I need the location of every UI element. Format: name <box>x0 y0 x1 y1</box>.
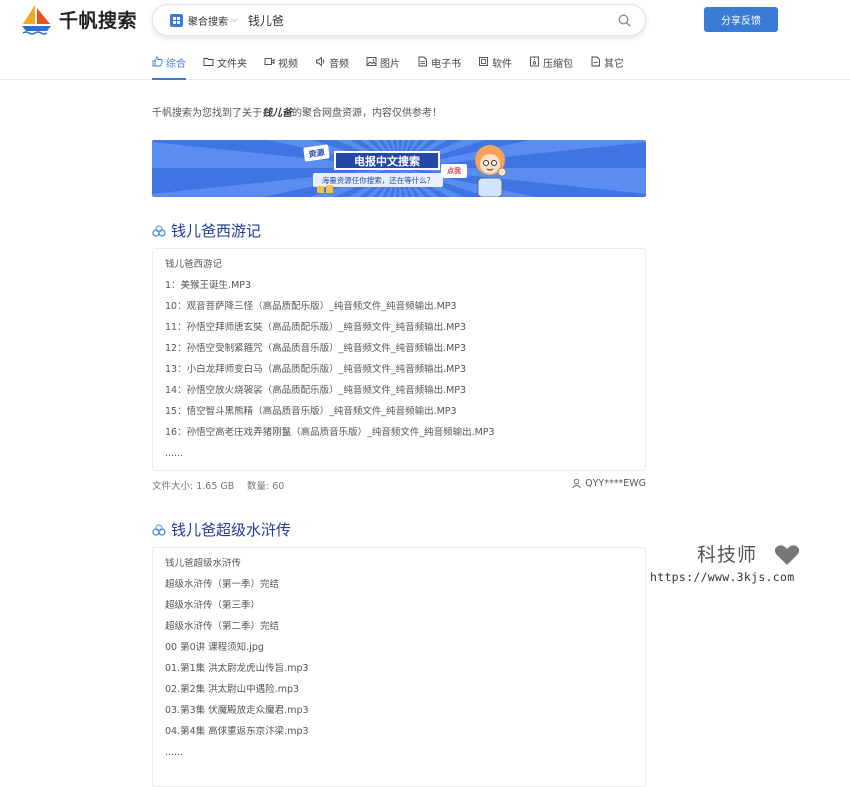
list-item: 超级水浒传（第三季） <box>165 600 261 611</box>
tab-label: 软件 <box>492 59 512 70</box>
logo[interactable]: 千帆搜索 <box>20 3 137 35</box>
tab-other[interactable]: 其它 <box>590 50 624 80</box>
file-list-card: 钱儿爸超级水浒传 超级水浒传（第一季）完结 超级水浒传（第三季） 超级水浒传（第… <box>152 547 646 787</box>
list-item: 02.第2集 洪太尉山中遇险.mp3 <box>165 684 300 695</box>
summary-suffix: 的聚合网盘资源，内容仅供参考！ <box>292 108 442 119</box>
list-item: 16：孙悟空高老庄戏弄猪刚鬣（高品质音乐版）_纯音频文件_纯音频输出.MP3 <box>165 427 495 438</box>
tab-ebook[interactable]: 电子书 <box>417 50 461 80</box>
tab-audio[interactable]: 音频 <box>315 50 349 80</box>
list-item: 03.第3集 伏魔殿放走众魔君.mp3 <box>165 705 309 716</box>
tab-label: 其它 <box>604 59 624 70</box>
result-title-text: 钱儿爸西游记 <box>171 222 262 240</box>
tab-video[interactable]: 视频 <box>264 50 298 80</box>
grid-icon <box>170 13 183 27</box>
cartoon-character-icon <box>475 145 507 197</box>
sailboat-logo-icon <box>22 5 51 35</box>
list-item: 01.第1集 洪太尉龙虎山传旨.mp3 <box>165 663 309 674</box>
search-box: 聚合搜索 ⌵ <box>152 4 646 36</box>
category-tabs: 综合 文件夹 视频 音频 图片 电子书 软件 压缩包 其它 <box>152 50 641 80</box>
list-item: 15：悟空智斗黑熊精（高品质音乐版）_纯音频文件_纯音频输出.MP3 <box>165 406 457 417</box>
share-feedback-button[interactable]: 分享反馈 <box>704 7 778 32</box>
list-item: 超级水浒传（第二季）完结 <box>165 621 280 632</box>
search-input[interactable] <box>247 13 588 27</box>
user-icon <box>572 478 582 489</box>
image-icon <box>366 57 377 66</box>
tab-label: 音频 <box>329 59 349 70</box>
audio-icon <box>316 56 325 67</box>
list-item: 1：美猴王诞生.MP3 <box>165 280 252 291</box>
other-icon <box>591 56 600 67</box>
tab-label: 视频 <box>278 59 298 70</box>
watermark-url: https://www.3kjs.com <box>650 570 795 584</box>
thumb-icon <box>152 56 163 67</box>
heart-icon <box>774 545 800 565</box>
list-item: 超级水浒传（第一季）完结 <box>165 579 280 590</box>
file-count: 数量: 60 <box>247 481 285 492</box>
file-size: 文件大小: 1.65 GB <box>152 481 235 492</box>
tab-image[interactable]: 图片 <box>366 50 400 80</box>
software-icon <box>479 57 488 66</box>
watermark-text: 科技师 <box>697 544 758 566</box>
list-item: 14：孙悟空放火烧袈裟（高品质配乐版）_纯音频文件_纯音频输出.MP3 <box>165 385 467 396</box>
folder-decor-icon <box>317 185 333 193</box>
list-item: 13：小白龙拜师变白马（高品质配乐版）_纯音频文件_纯音频输出.MP3 <box>165 364 467 375</box>
header: 千帆搜索 聚合搜索 ⌵ 分享反馈 综合 文件夹 视频 音频 <box>0 0 850 80</box>
list-item: ...... <box>165 448 184 459</box>
search-scope-dropdown[interactable]: 聚合搜索 ⌵ <box>170 13 238 28</box>
logo-text: 千帆搜索 <box>59 9 138 32</box>
tab-folder[interactable]: 文件夹 <box>203 50 247 80</box>
result-title[interactable]: 钱儿爸西游记 <box>152 220 261 241</box>
banner-click-tag: 点我 <box>441 164 467 178</box>
uploader-name: QYY****EWG <box>585 478 646 489</box>
result-title-text: 钱儿爸超级水浒传 <box>171 521 292 539</box>
folder-icon <box>203 58 214 66</box>
search-icon[interactable] <box>618 14 631 27</box>
result-title[interactable]: 钱儿爸超级水浒传 <box>152 519 291 540</box>
banner-title: 电报中文搜索 <box>334 151 440 170</box>
tab-label: 压缩包 <box>543 59 573 70</box>
video-icon <box>264 58 275 65</box>
summary-prefix: 千帆搜索为您找到了关于 <box>152 108 262 119</box>
list-item: ...... <box>165 747 184 758</box>
file-list-card: 钱儿爸西游记 1：美猴王诞生.MP3 10：观音菩萨降三怪（高品质配乐版）_纯音… <box>152 248 646 471</box>
cloud-drive-icon <box>152 523 166 536</box>
list-item: 10：观音菩萨降三怪（高品质配乐版）_纯音频文件_纯音频输出.MP3 <box>165 301 457 312</box>
search-scope-label: 聚合搜索 <box>188 16 228 28</box>
tab-software[interactable]: 软件 <box>478 50 512 80</box>
cloud-drive-icon <box>152 224 166 237</box>
telegram-search-banner[interactable]: 资源 电报中文搜索 海量资源任你搜索，还在等什么？ 点我 <box>152 140 646 197</box>
uploader: QYY****EWG <box>571 478 646 489</box>
tab-label: 电子书 <box>431 59 461 70</box>
list-item: 00 第0讲 课程须知.jpg <box>165 642 264 653</box>
list-item: 04.第4集 高俅重返东京汴梁.mp3 <box>165 726 309 737</box>
tab-label: 文件夹 <box>217 59 247 70</box>
tab-label: 图片 <box>380 59 400 70</box>
banner-tag: 资源 <box>303 144 330 162</box>
list-item: 钱儿爸超级水浒传 <box>165 558 242 569</box>
tab-archive[interactable]: 压缩包 <box>529 50 573 80</box>
chevron-down-icon: ⌵ <box>231 15 238 25</box>
summary-keyword: 钱儿爸 <box>262 108 292 119</box>
tab-label: 综合 <box>166 59 186 70</box>
ebook-icon <box>418 56 427 67</box>
tab-all[interactable]: 综合 <box>152 50 186 80</box>
result-summary: 千帆搜索为您找到了关于钱儿爸的聚合网盘资源，内容仅供参考！ <box>152 104 442 119</box>
list-item: 钱儿爸西游记 <box>165 259 223 270</box>
list-item: 11：孙悟空拜师唐玄奘（高品质配乐版）_纯音频文件_纯音频输出.MP3 <box>165 322 467 333</box>
list-item: 12：孙悟空受制紧箍咒（高品质音乐版）_纯音频文件_纯音频输出.MP3 <box>165 343 467 354</box>
archive-icon <box>530 56 539 67</box>
